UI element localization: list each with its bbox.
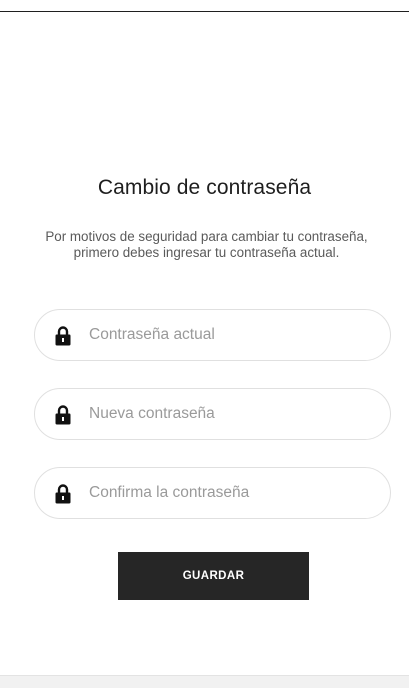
new-password-field[interactable] (34, 388, 391, 440)
current-password-field[interactable] (34, 309, 391, 361)
confirm-password-input[interactable] (89, 468, 379, 518)
lock-icon (55, 405, 71, 425)
lock-icon (55, 484, 71, 504)
top-divider (0, 11, 409, 12)
new-password-input[interactable] (89, 389, 379, 439)
confirm-password-field[interactable] (34, 467, 391, 519)
current-password-input[interactable] (89, 310, 379, 360)
page-description: Por motivos de seguridad para cambiar tu… (45, 229, 368, 260)
lock-icon (55, 326, 71, 346)
page-title: Cambio de contraseña (97, 176, 312, 199)
save-button[interactable]: GUARDAR (118, 552, 309, 600)
bottom-bar (0, 675, 409, 688)
